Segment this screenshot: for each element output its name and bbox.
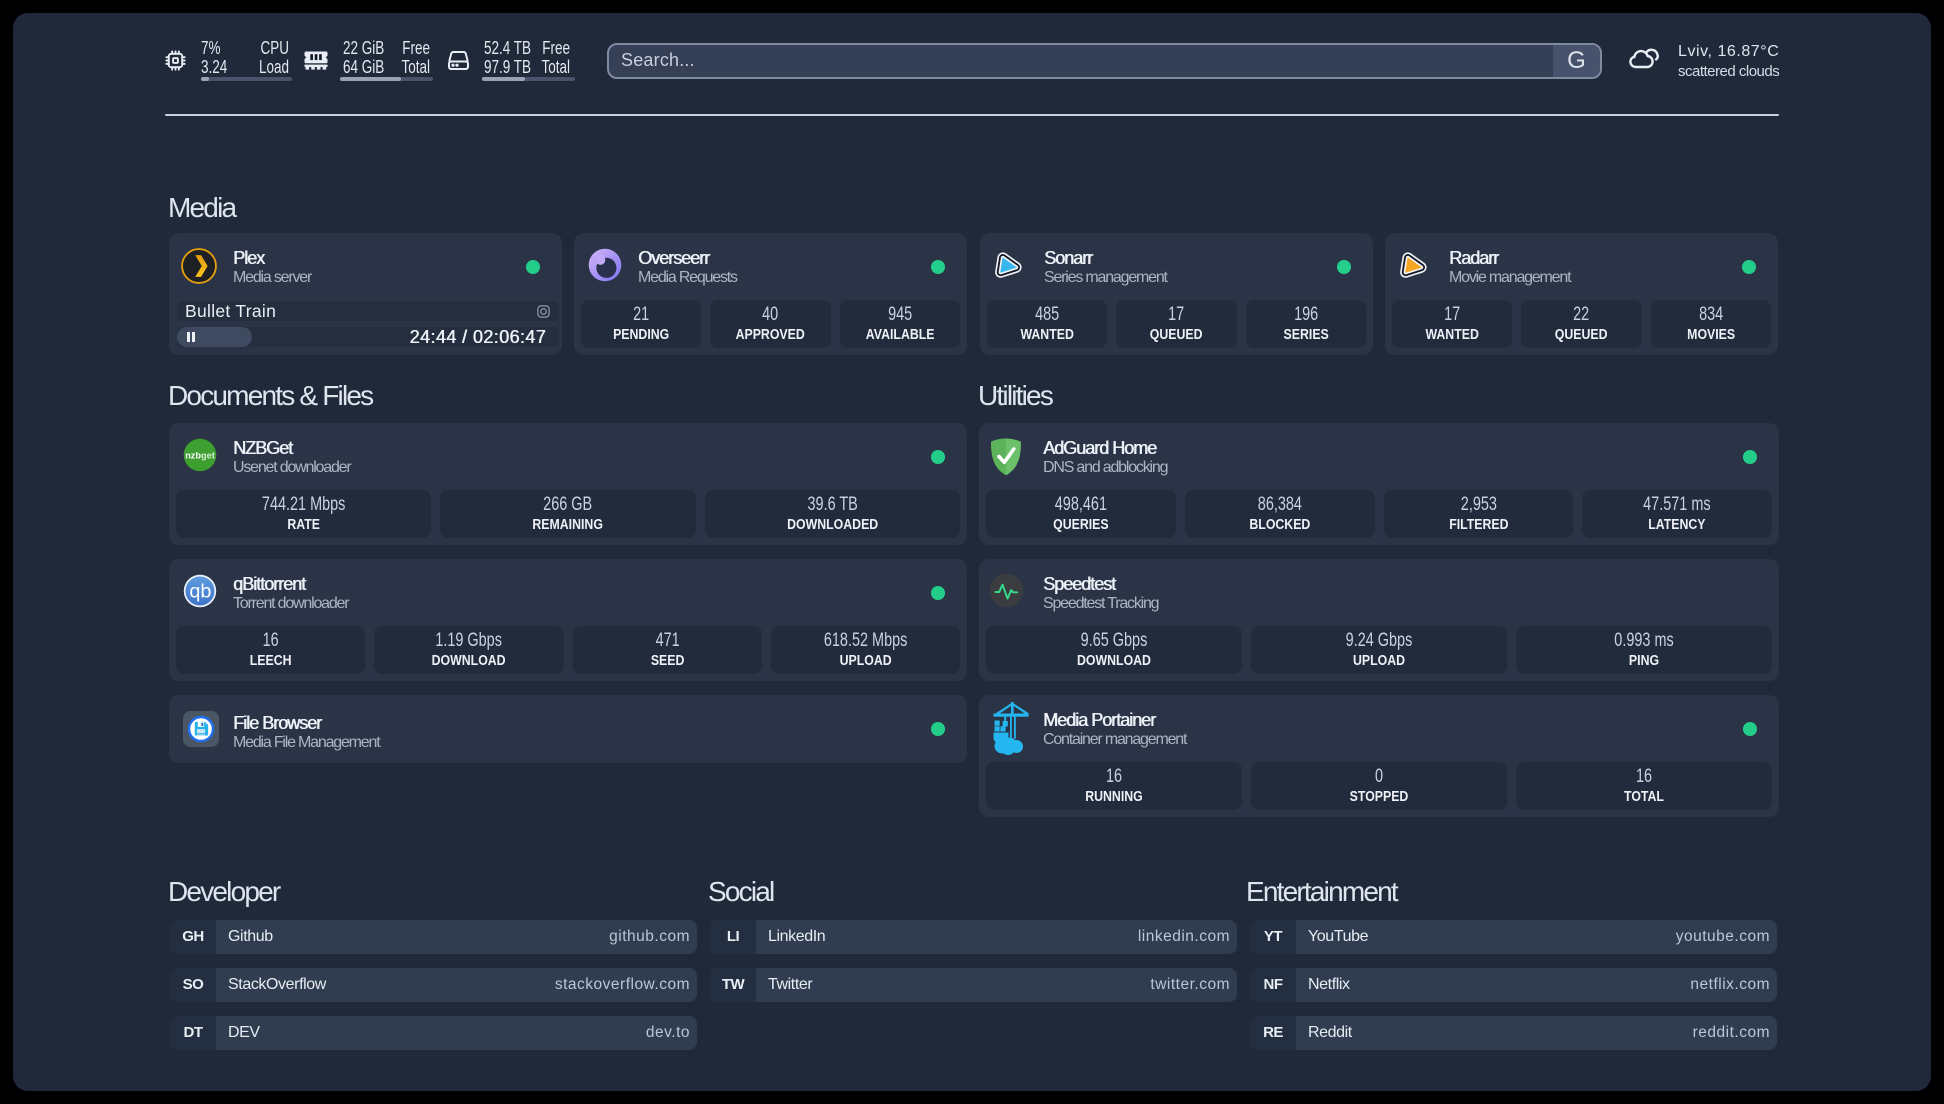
svg-text:nzbget: nzbget (185, 451, 215, 461)
svg-text:qb: qb (189, 581, 211, 603)
